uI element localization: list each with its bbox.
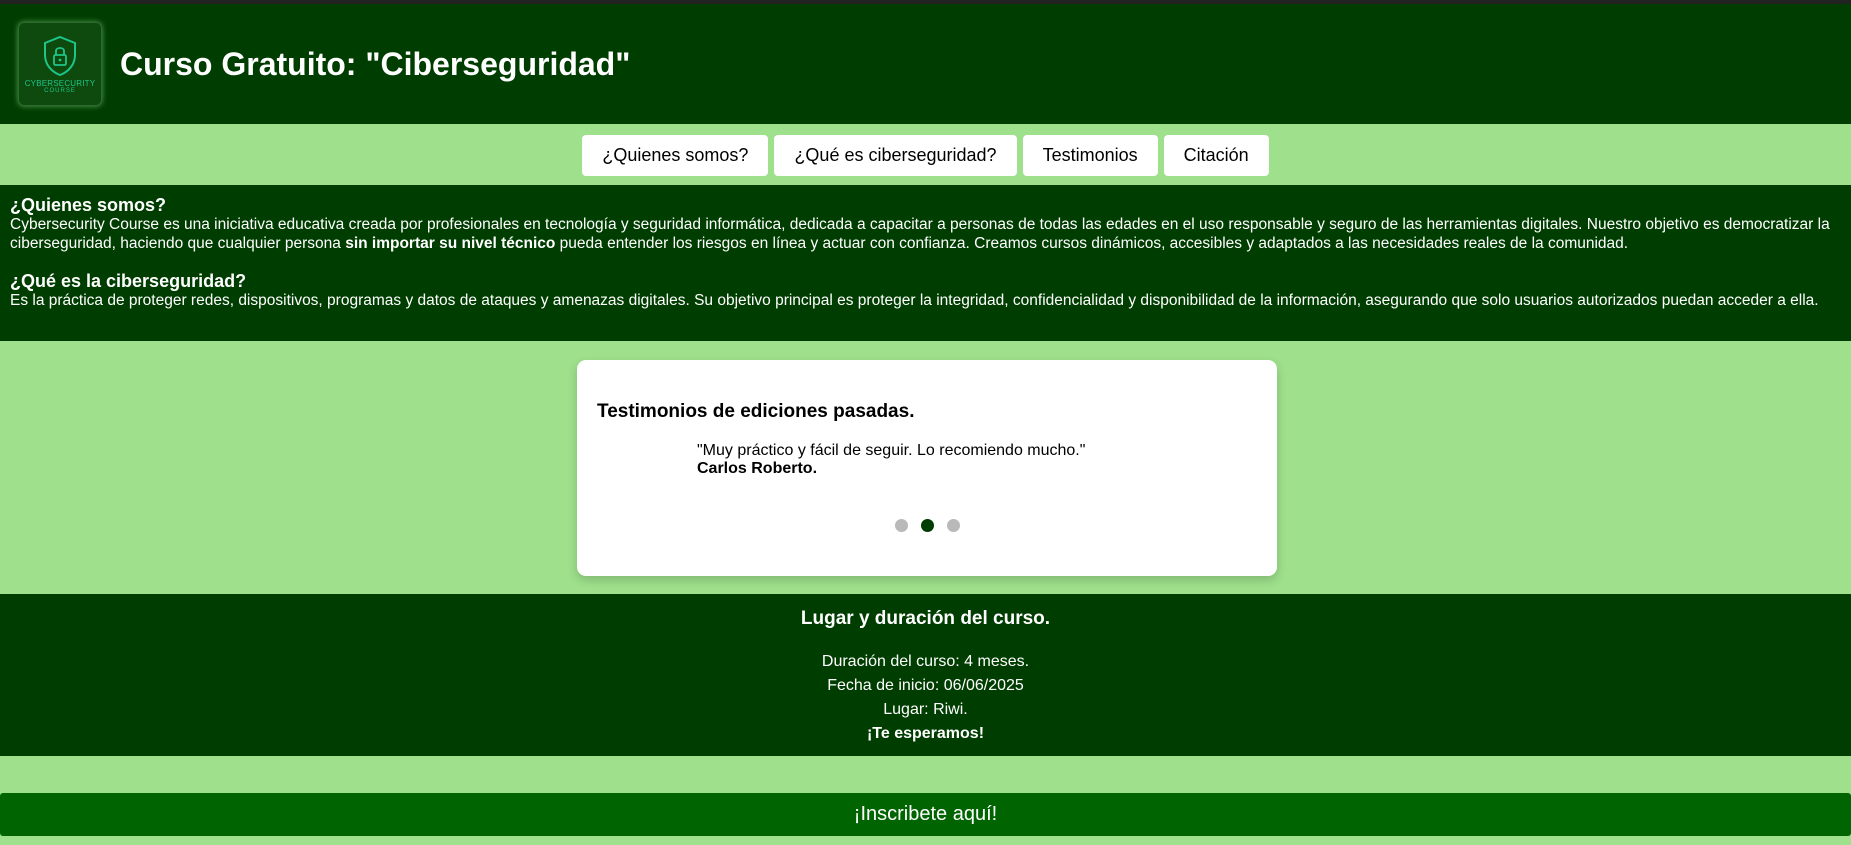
nav-item-que-es-ciberseguridad[interactable]: ¿Qué es ciberseguridad? <box>774 134 1017 176</box>
quote-text: "Muy práctico y fácil de seguir. Lo reco… <box>697 442 1086 459</box>
site-logo[interactable]: CYBERSECURITY COURSE <box>18 22 102 106</box>
testimonials-section: Testimonios de ediciones pasadas. "Muy p… <box>0 341 1851 594</box>
carousel-dot-1[interactable] <box>894 519 908 532</box>
main-nav: ¿Quienes somos? ¿Qué es ciberseguridad? … <box>0 124 1851 185</box>
definition-heading: ¿Qué es la ciberseguridad? <box>10 271 247 291</box>
carousel-dot-2-active[interactable] <box>920 519 934 532</box>
course-duration: Duración del curso: 4 meses. <box>821 653 1030 670</box>
page-title: Curso Gratuito: "Ciberseguridad" <box>120 45 631 82</box>
testimonials-title: Testimonios de ediciones pasadas. <box>597 401 915 422</box>
course-info-title: Lugar y duración del curso. <box>800 608 1051 629</box>
about-text: Cybersecurity Course es una iniciativa e… <box>10 216 1841 253</box>
logo-text: CYBERSECURITY <box>24 78 96 88</box>
site-header: CYBERSECURITY COURSE Curso Gratuito: "Ci… <box>0 4 1851 124</box>
course-closing: ¡Te esperamos! <box>866 725 985 742</box>
about-section: ¿Quienes somos? Cybersecurity Course es … <box>0 185 1851 341</box>
carousel-dots <box>577 519 1277 532</box>
course-place: Lugar: Riwi. <box>883 701 968 718</box>
course-info-section: Lugar y duración del curso. Duración del… <box>0 594 1851 756</box>
course-start-date: Fecha de inicio: 06/06/2025 <box>827 677 1024 694</box>
nav-item-citacion[interactable]: Citación <box>1163 134 1269 176</box>
about-text-bold: sin importar su nivel técnico <box>345 234 556 252</box>
nav-item-quienes-somos[interactable]: ¿Quienes somos? <box>582 134 769 176</box>
carousel-dot-3[interactable] <box>946 519 960 532</box>
logo-subtext: COURSE <box>44 87 76 94</box>
cybersecurity-definition: ¿Qué es la ciberseguridad? Es la práctic… <box>10 271 1841 311</box>
shield-lock-icon <box>44 35 76 76</box>
definition-text: Es la práctica de proteger redes, dispos… <box>10 292 1819 309</box>
testimonial-card: Testimonios de ediciones pasadas. "Muy p… <box>577 360 1277 576</box>
nav-item-testimonios[interactable]: Testimonios <box>1022 134 1158 176</box>
about-text-part2: pueda entender los riesgos en línea y ac… <box>555 234 1629 252</box>
register-button[interactable]: ¡Inscribete aquí! <box>0 793 1851 836</box>
about-heading: ¿Quienes somos? <box>10 195 167 215</box>
quote-author: Carlos Roberto. <box>697 460 818 477</box>
testimonial-quote: "Muy práctico y fácil de seguir. Lo reco… <box>697 442 1085 478</box>
